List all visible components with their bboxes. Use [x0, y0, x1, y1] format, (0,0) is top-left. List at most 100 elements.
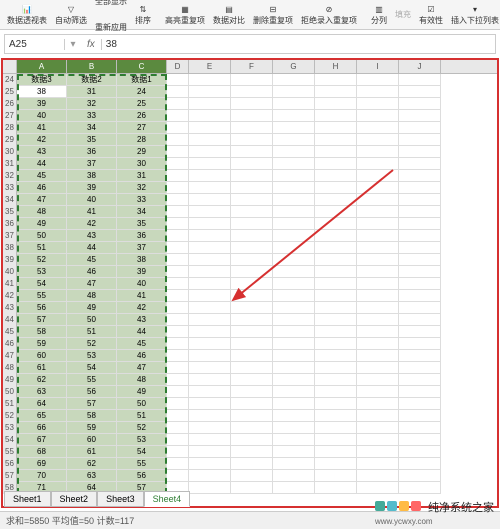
cell[interactable] — [315, 158, 357, 170]
cell[interactable]: 42 — [117, 302, 167, 314]
cell[interactable] — [167, 170, 189, 182]
cell[interactable]: 30 — [117, 158, 167, 170]
cell[interactable] — [315, 434, 357, 446]
cell[interactable] — [231, 242, 273, 254]
cell[interactable] — [167, 386, 189, 398]
cell[interactable] — [357, 266, 399, 278]
cell[interactable]: 41 — [67, 206, 117, 218]
cell[interactable] — [273, 254, 315, 266]
cell[interactable] — [189, 170, 231, 182]
cell[interactable] — [357, 158, 399, 170]
cell[interactable] — [189, 302, 231, 314]
cell[interactable] — [231, 218, 273, 230]
cell[interactable]: 32 — [67, 98, 117, 110]
cell[interactable] — [315, 422, 357, 434]
cell[interactable]: 59 — [17, 338, 67, 350]
cell[interactable] — [189, 242, 231, 254]
cell[interactable] — [315, 410, 357, 422]
cell[interactable] — [231, 110, 273, 122]
cell[interactable]: 55 — [67, 374, 117, 386]
cell[interactable] — [315, 110, 357, 122]
cell[interactable]: 45 — [67, 254, 117, 266]
cell[interactable]: 46 — [17, 182, 67, 194]
row-header[interactable]: 45 — [3, 326, 17, 338]
text-to-cols-button[interactable]: ▥分列 — [368, 2, 390, 28]
cell[interactable]: 32 — [117, 182, 167, 194]
cell[interactable] — [399, 194, 441, 206]
cell[interactable]: 46 — [117, 350, 167, 362]
cell[interactable]: 64 — [17, 398, 67, 410]
cell[interactable] — [273, 422, 315, 434]
cell[interactable] — [231, 146, 273, 158]
show-all-button[interactable]: 全部显示 — [92, 0, 130, 15]
cell[interactable] — [399, 74, 441, 86]
cell[interactable] — [315, 458, 357, 470]
cell[interactable] — [167, 86, 189, 98]
cell[interactable] — [231, 290, 273, 302]
cell[interactable]: 27 — [117, 122, 167, 134]
cell[interactable] — [399, 182, 441, 194]
row-header[interactable]: 44 — [3, 314, 17, 326]
cell[interactable] — [231, 446, 273, 458]
row-header[interactable]: 27 — [3, 110, 17, 122]
cell[interactable]: 40 — [67, 194, 117, 206]
row-header[interactable]: 24 — [3, 74, 17, 86]
cell[interactable] — [273, 410, 315, 422]
cell[interactable]: 数据3 — [17, 74, 67, 86]
cell[interactable]: 39 — [67, 182, 117, 194]
cell[interactable] — [315, 290, 357, 302]
cell[interactable] — [189, 326, 231, 338]
dropdown-arrow-icon[interactable]: ▾ — [65, 39, 81, 50]
cell[interactable]: 54 — [117, 446, 167, 458]
cell[interactable]: 55 — [17, 290, 67, 302]
cell[interactable] — [167, 434, 189, 446]
cell[interactable]: 35 — [117, 218, 167, 230]
row-header[interactable]: 35 — [3, 206, 17, 218]
cell[interactable] — [231, 362, 273, 374]
cell[interactable] — [399, 278, 441, 290]
cell[interactable] — [189, 254, 231, 266]
cell[interactable] — [357, 374, 399, 386]
cell[interactable]: 48 — [67, 290, 117, 302]
cell[interactable]: 34 — [117, 206, 167, 218]
cell[interactable] — [357, 206, 399, 218]
cell[interactable] — [357, 326, 399, 338]
cell[interactable]: 47 — [117, 362, 167, 374]
cell[interactable] — [315, 98, 357, 110]
cell[interactable]: 31 — [117, 170, 167, 182]
cell[interactable]: 36 — [117, 230, 167, 242]
cell[interactable] — [273, 458, 315, 470]
cell[interactable]: 37 — [117, 242, 167, 254]
cell[interactable] — [231, 470, 273, 482]
cell[interactable]: 39 — [17, 98, 67, 110]
sheet-tab-sheet2[interactable]: Sheet2 — [51, 491, 98, 507]
cell[interactable] — [231, 434, 273, 446]
cell[interactable] — [315, 362, 357, 374]
cell[interactable] — [189, 386, 231, 398]
col-header-h[interactable]: H — [315, 60, 357, 73]
cell[interactable] — [167, 134, 189, 146]
cell[interactable]: 50 — [117, 398, 167, 410]
cell[interactable] — [315, 302, 357, 314]
row-header[interactable]: 52 — [3, 410, 17, 422]
cell[interactable] — [167, 158, 189, 170]
cell[interactable] — [399, 290, 441, 302]
cell[interactable] — [231, 338, 273, 350]
cell[interactable] — [399, 218, 441, 230]
cell[interactable] — [167, 122, 189, 134]
cell[interactable] — [167, 110, 189, 122]
cell[interactable] — [399, 242, 441, 254]
cell[interactable] — [231, 374, 273, 386]
cell[interactable]: 34 — [67, 122, 117, 134]
cell[interactable] — [231, 326, 273, 338]
cell[interactable]: 40 — [117, 278, 167, 290]
cell[interactable] — [399, 302, 441, 314]
cell[interactable] — [231, 350, 273, 362]
cell[interactable] — [167, 194, 189, 206]
name-box[interactable]: A25 — [5, 39, 65, 50]
cell[interactable] — [315, 242, 357, 254]
cell[interactable] — [189, 86, 231, 98]
cell[interactable] — [167, 362, 189, 374]
cell[interactable] — [189, 134, 231, 146]
col-header-g[interactable]: G — [273, 60, 315, 73]
